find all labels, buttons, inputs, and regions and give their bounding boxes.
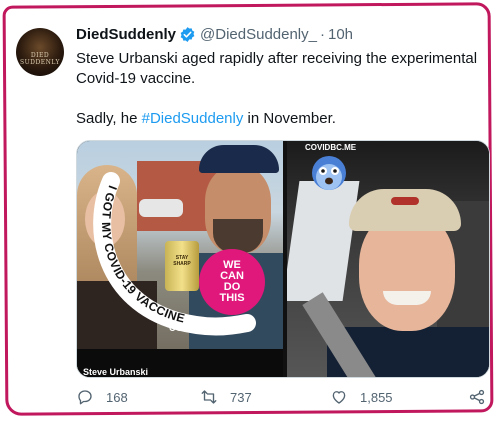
tweet-actions: 168 737 1,855	[76, 388, 486, 410]
shocked-face-emoji-icon	[312, 156, 346, 190]
retweet-button[interactable]: 737	[200, 388, 252, 406]
svg-text:I GOT MY COVID-19 VACCINE: I GOT MY COVID-19 VACCINE	[99, 184, 186, 326]
tweet-text-line: Sadly, he #DiedSuddenly in November.	[76, 109, 480, 129]
watermark: COVIDBC.ME	[169, 323, 230, 333]
verified-badge-icon	[179, 26, 196, 43]
share-icon	[469, 389, 485, 405]
caption-name: Steve Urbanski	[83, 367, 149, 377]
we-can-do-this-badge: WE CAN DO THIS	[199, 249, 265, 315]
heart-icon	[332, 391, 346, 404]
reply-count: 168	[106, 389, 128, 405]
reply-button[interactable]: 168	[76, 388, 128, 406]
avatar-text: DIED SUDDENLY	[20, 52, 60, 66]
tweet-text: Steve Urbanski aged rapidly after receiv…	[76, 49, 480, 129]
media-image-right[interactable]: COVIDBC.ME	[287, 141, 489, 377]
share-button[interactable]	[468, 388, 486, 406]
tweet-text-fragment: Sadly, he	[76, 110, 142, 127]
separator: ·	[319, 26, 325, 43]
hashtag-link[interactable]: #DiedSuddenly	[142, 110, 244, 127]
tweet-text-line: Covid-19 vaccine.	[76, 70, 196, 87]
reply-icon	[78, 390, 92, 405]
handle[interactable]: @DiedSuddenly_	[200, 26, 317, 43]
person-cap-shape	[349, 189, 461, 231]
avatar[interactable]: DIED SUDDENLY	[16, 28, 64, 76]
display-name[interactable]: DiedSuddenly	[76, 26, 176, 43]
cap-logo-shape	[391, 197, 419, 205]
retweet-count: 737	[230, 389, 252, 405]
like-button[interactable]: 1,855	[330, 388, 393, 406]
tweet-card[interactable]: DIED SUDDENLY DiedSuddenly @DiedSuddenly…	[14, 22, 490, 414]
tweet-text-fragment: in November.	[243, 110, 336, 127]
watermark: COVIDBC.ME	[305, 143, 357, 152]
tweet-text-line: Steve Urbanski aged rapidly after receiv…	[76, 50, 478, 67]
retweet-icon	[201, 390, 217, 404]
media-image-left[interactable]: STAY SHARP I GOT MY COVID-19 VACCINE WE …	[77, 141, 283, 377]
car-window-shape	[287, 181, 360, 301]
person-smile-shape	[383, 291, 431, 305]
like-count: 1,855	[360, 389, 393, 405]
tweet-header: DiedSuddenly @DiedSuddenly_ · 10h	[76, 26, 353, 43]
badge-text: THIS	[219, 292, 245, 304]
arc-text: I GOT MY COVID-19 VACCINE	[99, 184, 186, 326]
media-grid: STAY SHARP I GOT MY COVID-19 VACCINE WE …	[76, 140, 490, 378]
timestamp[interactable]: 10h	[328, 26, 353, 43]
